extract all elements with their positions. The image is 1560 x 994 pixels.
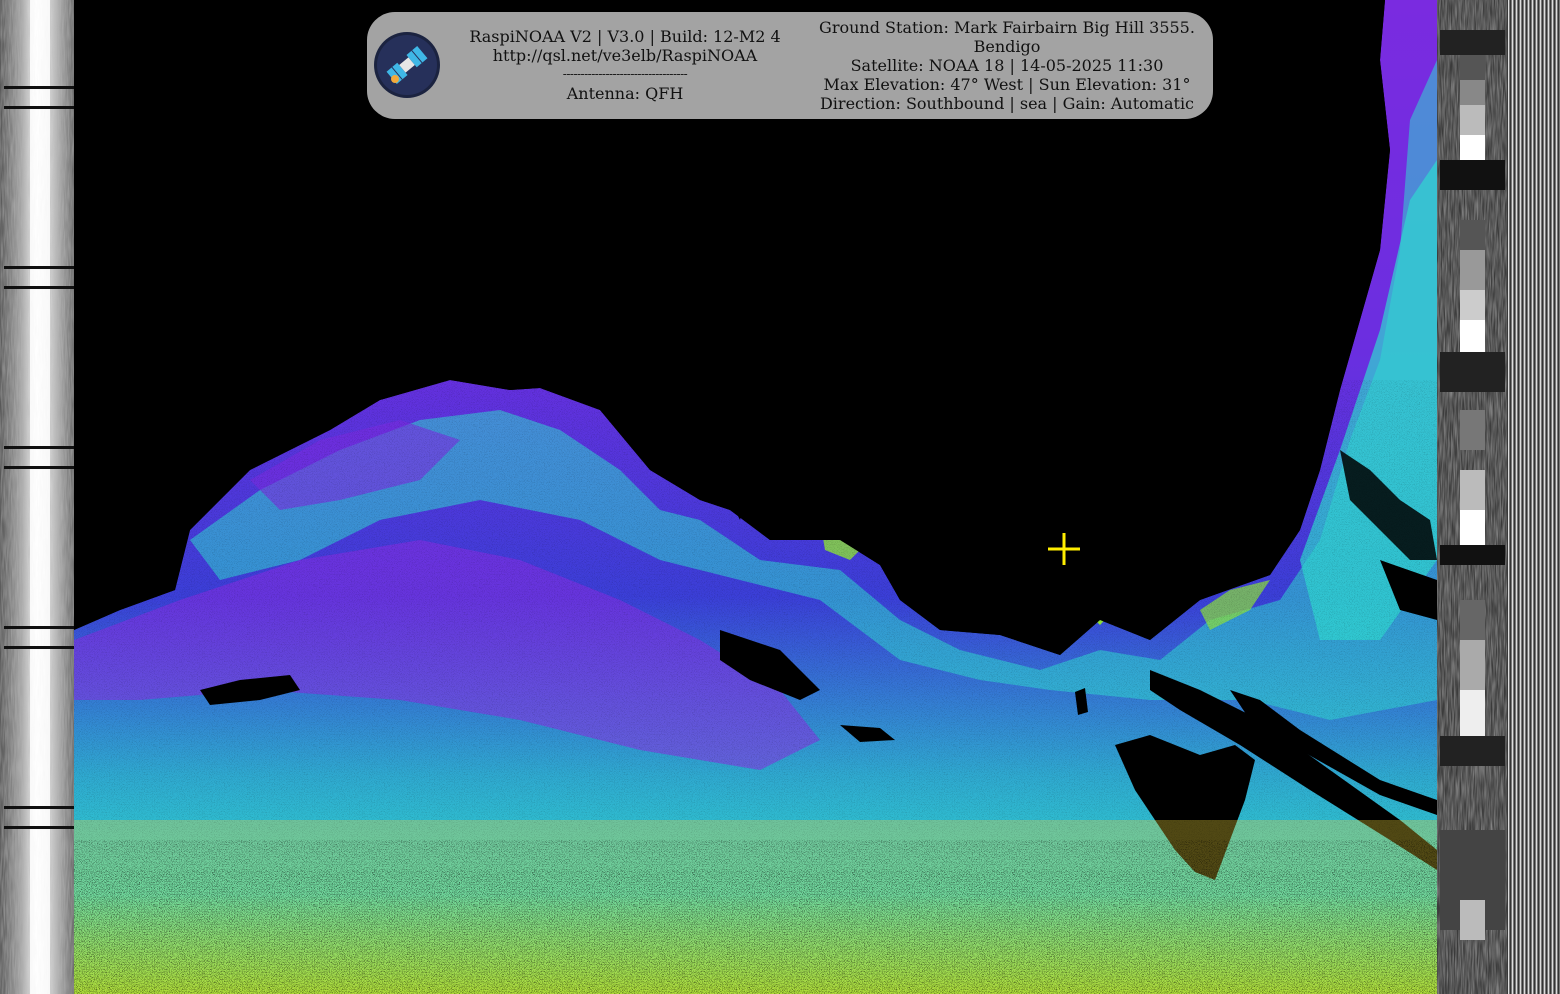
direction-label: Direction: Southbound | sea | Gain: Auto… (819, 94, 1195, 113)
elevation-label: Max Elevation: 47° West | Sun Elevation:… (823, 75, 1191, 94)
satellite-label: Satellite: NOAA 18 | 14-05-2025 11:30 (850, 56, 1164, 75)
left-telemetry-strip (0, 0, 74, 994)
divider: ----------------------------------- (562, 67, 688, 81)
satellite-image (0, 0, 1560, 994)
info-overlay: RaspiNOAA V2 | V3.0 | Build: 12-M2 4 htt… (367, 12, 1213, 119)
satellite-logo-icon (374, 32, 440, 98)
station-info-left: RaspiNOAA V2 | V3.0 | Build: 12-M2 4 htt… (455, 27, 795, 103)
antenna-label: Antenna: QFH (566, 84, 684, 103)
right-telemetry-strip (1437, 0, 1560, 994)
ground-station-label: Ground Station: Mark Fairbairn Big Hill … (819, 18, 1195, 37)
ground-station-location: Bendigo (973, 37, 1041, 56)
pass-info-right: Ground Station: Mark Fairbairn Big Hill … (807, 18, 1207, 113)
software-url: http://qsl.net/ve3elb/RaspiNOAA (492, 46, 758, 65)
software-title: RaspiNOAA V2 | V3.0 | Build: 12-M2 4 (469, 27, 781, 46)
